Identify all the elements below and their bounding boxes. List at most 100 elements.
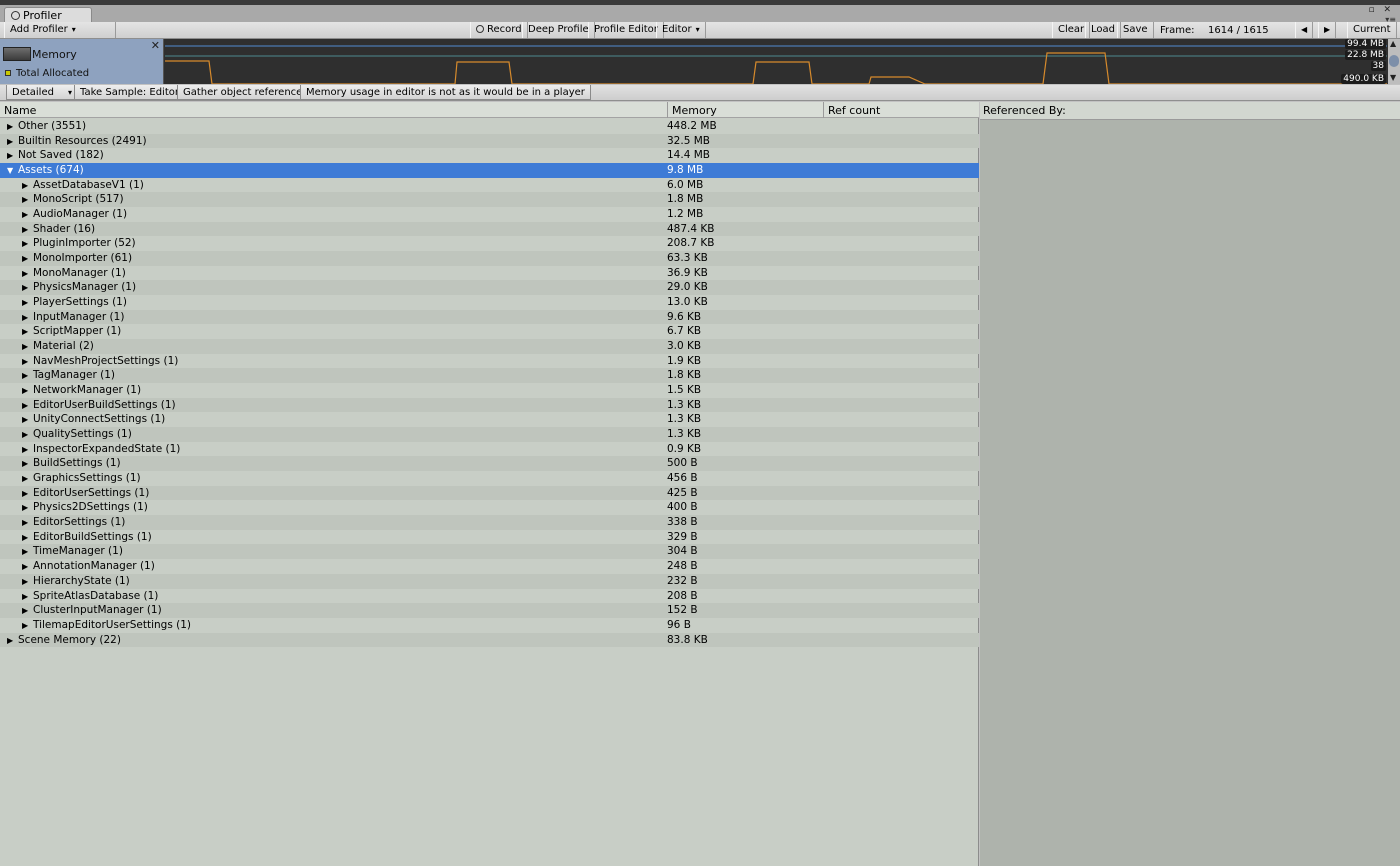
tree-row[interactable]: ▶ PhysicsManager (1) 29.0 KB <box>0 280 979 296</box>
tree-row-name: InspectorExpandedState (1) <box>33 442 181 455</box>
collapsed-arrow-icon[interactable]: ▶ <box>22 368 28 383</box>
tree-row[interactable]: ▶ GraphicsSettings (1) 456 B <box>0 471 979 486</box>
collapsed-arrow-icon[interactable]: ▶ <box>22 544 28 559</box>
collapsed-arrow-icon[interactable]: ▶ <box>22 178 28 193</box>
tree-row[interactable]: ▶ Not Saved (182) 14.4 MB <box>0 148 979 163</box>
tree-row[interactable]: ▶ MonoManager (1) 36.9 KB <box>0 266 979 281</box>
next-frame-button[interactable]: ▶ <box>1318 22 1337 38</box>
collapsed-arrow-icon[interactable]: ▶ <box>22 559 28 574</box>
add-profiler-dropdown[interactable]: Add Profiler <box>4 22 116 38</box>
collapsed-arrow-icon[interactable]: ▶ <box>22 222 28 237</box>
tree-row[interactable]: ▶ AudioManager (1) 1.2 MB <box>0 207 979 222</box>
tree-row[interactable]: ▶ MonoImporter (61) 63.3 KB <box>0 251 979 266</box>
tree-row[interactable]: ▶ UnityConnectSettings (1) 1.3 KB <box>0 412 979 427</box>
collapsed-arrow-icon[interactable]: ▶ <box>22 589 28 604</box>
collapsed-arrow-icon[interactable]: ▶ <box>22 500 28 515</box>
collapsed-arrow-icon[interactable]: ▶ <box>22 515 28 530</box>
tree-row[interactable]: ▶ HierarchyState (1) 232 B <box>0 573 979 589</box>
tree-row[interactable]: ▶ SpriteAtlasDatabase (1) 208 B <box>0 589 979 604</box>
tree-row[interactable]: ▶ AssetDatabaseV1 (1) 6.0 MB <box>0 178 979 193</box>
collapsed-arrow-icon[interactable]: ▶ <box>22 207 28 222</box>
tree-row[interactable]: ▶ InputManager (1) 9.6 KB <box>0 309 979 325</box>
column-ref-count[interactable]: Ref count <box>824 102 979 118</box>
tree-row[interactable]: ▶ Material (2) 3.0 KB <box>0 339 979 354</box>
tree-row[interactable]: ▶ Other (3551) 448.2 MB <box>0 119 979 134</box>
expanded-arrow-icon[interactable]: ▼ <box>7 163 13 178</box>
collapsed-arrow-icon[interactable]: ▶ <box>22 354 28 369</box>
collapsed-arrow-icon[interactable]: ▶ <box>7 633 13 648</box>
tree-row[interactable]: ▶ EditorBuildSettings (1) 329 B <box>0 530 979 545</box>
collapsed-arrow-icon[interactable]: ▶ <box>22 192 28 207</box>
scroll-down-icon[interactable]: ▼ <box>1390 73 1396 82</box>
prev-frame-button[interactable]: ◀ <box>1295 22 1314 38</box>
collapsed-arrow-icon[interactable]: ▶ <box>22 603 28 618</box>
tree-row[interactable]: ▶ ScriptMapper (1) 6.7 KB <box>0 324 979 339</box>
tree-row[interactable]: ▶ EditorSettings (1) 338 B <box>0 515 979 530</box>
collapsed-arrow-icon[interactable]: ▶ <box>22 530 28 545</box>
memory-module-panel[interactable]: Memory ✕ Total Allocated <box>0 39 164 84</box>
detail-mode-dropdown[interactable]: Detailed <box>6 85 78 100</box>
collapsed-arrow-icon[interactable]: ▶ <box>22 456 28 471</box>
save-button[interactable]: Save <box>1117 22 1154 38</box>
collapsed-arrow-icon[interactable]: ▶ <box>22 412 28 427</box>
collapsed-arrow-icon[interactable]: ▶ <box>22 310 28 325</box>
collapsed-arrow-icon[interactable]: ▶ <box>7 119 13 134</box>
tree-row[interactable]: ▶ EditorUserSettings (1) 425 B <box>0 485 979 501</box>
collapsed-arrow-icon[interactable]: ▶ <box>22 280 28 295</box>
collapsed-arrow-icon[interactable]: ▶ <box>22 266 28 281</box>
scroll-thumb[interactable] <box>1389 55 1399 67</box>
tree-row[interactable]: ▶ MonoScript (517) 1.8 MB <box>0 192 979 208</box>
column-name[interactable]: Name <box>0 102 668 118</box>
tree-row[interactable]: ▶ Scene Memory (22) 83.8 KB <box>0 632 979 648</box>
collapsed-arrow-icon[interactable]: ▶ <box>22 427 28 442</box>
collapsed-arrow-icon[interactable]: ▶ <box>22 471 28 486</box>
close-icon[interactable]: ✕ <box>151 39 160 52</box>
graph-scrollbar[interactable]: ▲ ▼ <box>1388 39 1400 84</box>
tree-row[interactable]: ▶ AnnotationManager (1) 248 B <box>0 559 979 574</box>
record-button[interactable]: Record <box>470 22 528 38</box>
collapsed-arrow-icon[interactable]: ▶ <box>22 339 28 354</box>
legend-swatch[interactable] <box>5 70 11 76</box>
tree-row[interactable]: ▶ TagManager (1) 1.8 KB <box>0 368 979 384</box>
collapsed-arrow-icon[interactable]: ▶ <box>22 442 28 457</box>
collapsed-arrow-icon[interactable]: ▶ <box>22 486 28 501</box>
tree-row[interactable]: ▶ TimeManager (1) 304 B <box>0 544 979 560</box>
tree-row[interactable]: ▼ Assets (674) 9.8 MB <box>0 163 979 178</box>
tree-row[interactable]: ▶ PluginImporter (52) 208.7 KB <box>0 236 979 251</box>
collapsed-arrow-icon[interactable]: ▶ <box>22 295 28 310</box>
tree-row[interactable]: ▶ Physics2DSettings (1) 400 B <box>0 500 979 515</box>
column-memory[interactable]: Memory <box>668 102 824 118</box>
collapsed-arrow-icon[interactable]: ▶ <box>7 148 13 163</box>
tree-row[interactable]: ▶ QualitySettings (1) 1.3 KB <box>0 427 979 442</box>
load-button[interactable]: Load <box>1085 22 1121 38</box>
current-frame-button[interactable]: Current <box>1347 22 1397 38</box>
take-sample-button[interactable]: Take Sample: Editor <box>74 85 185 100</box>
tree-row[interactable]: ▶ PlayerSettings (1) 13.0 KB <box>0 295 979 310</box>
editor-target-dropdown[interactable]: Editor <box>656 22 706 38</box>
collapsed-arrow-icon[interactable]: ▶ <box>22 251 28 266</box>
tree-row[interactable]: ▶ Builtin Resources (2491) 32.5 MB <box>0 133 979 149</box>
collapsed-arrow-icon[interactable]: ▶ <box>22 574 28 589</box>
tree-row[interactable]: ▶ NavMeshProjectSettings (1) 1.9 KB <box>0 354 979 369</box>
tab-profiler[interactable]: Profiler <box>4 7 92 23</box>
tree-row[interactable]: ▶ ClusterInputManager (1) 152 B <box>0 603 979 618</box>
tree-row[interactable]: ▶ BuildSettings (1) 500 B <box>0 456 979 472</box>
collapsed-arrow-icon[interactable]: ▶ <box>7 134 13 149</box>
tree-row[interactable]: ▶ TilemapEditorUserSettings (1) 96 B <box>0 618 979 633</box>
window-controls[interactable]: ▫ ✕ <box>1368 5 1394 15</box>
tree-row[interactable]: ▶ Shader (16) 487.4 KB <box>0 221 979 237</box>
tree-row[interactable]: ▶ EditorUserBuildSettings (1) 1.3 KB <box>0 397 979 413</box>
collapsed-arrow-icon[interactable]: ▶ <box>22 383 28 398</box>
collapsed-arrow-icon[interactable]: ▶ <box>22 398 28 413</box>
deep-profile-button[interactable]: Deep Profile <box>522 22 595 38</box>
tree-row-name: AssetDatabaseV1 (1) <box>33 178 144 191</box>
tree-row[interactable]: ▶ InspectorExpandedState (1) 0.9 KB <box>0 442 979 457</box>
gather-references-toggle[interactable]: Gather object references <box>177 85 314 100</box>
memory-graph-area[interactable]: Memory ✕ Total Allocated 99.4 MB 22.8 MB… <box>0 39 1400 84</box>
collapsed-arrow-icon[interactable]: ▶ <box>22 618 28 633</box>
profile-editor-button[interactable]: Profile Editor <box>588 22 664 38</box>
scroll-up-icon[interactable]: ▲ <box>1390 39 1396 48</box>
collapsed-arrow-icon[interactable]: ▶ <box>22 324 28 339</box>
collapsed-arrow-icon[interactable]: ▶ <box>22 236 28 251</box>
tree-row[interactable]: ▶ NetworkManager (1) 1.5 KB <box>0 383 979 398</box>
